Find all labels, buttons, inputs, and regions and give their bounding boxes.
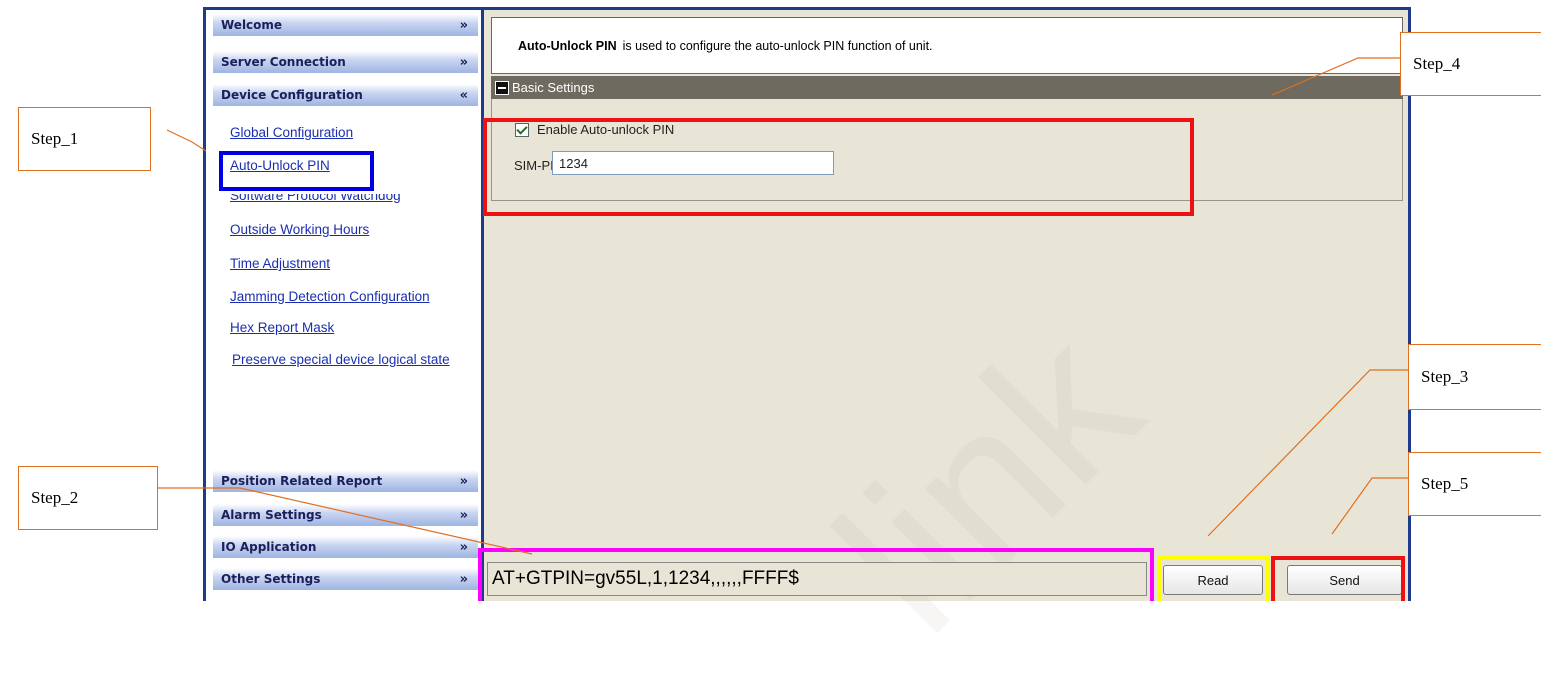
sidebar-header-position-related-report[interactable]: Position Related Report »	[213, 470, 478, 492]
chevron-down-icon: »	[459, 17, 468, 33]
chevron-down-icon: »	[459, 54, 468, 70]
step-5-callout: Step_5	[1408, 452, 1541, 516]
chevron-down-icon: »	[459, 507, 468, 523]
sidebar-header-label: Server Connection	[221, 55, 346, 69]
description-text: is used to configure the auto-unlock PIN…	[622, 38, 933, 53]
sidebar-header-io-application[interactable]: IO Application »	[213, 536, 478, 558]
sidebar-item-software-protocol-watchdog[interactable]: Software Protocol Watchdog	[230, 194, 401, 203]
sidebar-header-welcome[interactable]: Welcome »	[213, 14, 478, 36]
sidebar-header-other-settings[interactable]: Other Settings »	[213, 568, 478, 590]
sidebar-item-jamming-detection[interactable]: Jamming Detection Configuration	[230, 289, 430, 304]
sidebar-item-hex-report-mask[interactable]: Hex Report Mask	[230, 320, 334, 335]
send-button[interactable]: Send	[1287, 565, 1402, 595]
chevron-up-icon: «	[459, 87, 468, 103]
sidebar-item-outside-working-hours[interactable]: Outside Working Hours	[230, 222, 369, 237]
description-title: Auto-Unlock PIN	[518, 38, 617, 53]
chevron-down-icon: »	[459, 539, 468, 555]
sidebar-header-label: Device Configuration	[221, 88, 363, 102]
sim-pin-input[interactable]	[552, 151, 834, 175]
sidebar-header-alarm-settings[interactable]: Alarm Settings »	[213, 504, 478, 526]
enable-auto-unlock-row: Enable Auto-unlock PIN	[515, 122, 674, 137]
sidebar-item-time-adjustment[interactable]: Time Adjustment	[230, 256, 330, 271]
enable-auto-unlock-checkbox[interactable]	[515, 122, 529, 137]
read-button[interactable]: Read	[1163, 565, 1263, 595]
description-box: Auto-Unlock PIN is used to configure the…	[491, 17, 1403, 74]
sidebar-item-preserve-logical-state[interactable]: Preserve special device logical state	[232, 352, 450, 367]
command-field[interactable]: AT+GTPIN=gv55L,1,1234,,,,,,FFFF$	[487, 562, 1147, 596]
sidebar-header-label: Position Related Report	[221, 474, 383, 488]
step-2-callout: Step_2	[18, 466, 158, 530]
chevron-down-icon: »	[459, 473, 468, 489]
sidebar-header-server-connection[interactable]: Server Connection »	[213, 51, 478, 73]
chevron-down-icon: »	[459, 571, 468, 587]
sidebar-item-global-configuration[interactable]: Global Configuration	[230, 125, 353, 140]
step-1-callout: Step_1	[18, 107, 151, 171]
callout-line-step1	[166, 129, 207, 152]
enable-auto-unlock-label: Enable Auto-unlock PIN	[537, 122, 675, 137]
step-4-callout: Step_4	[1400, 32, 1541, 96]
sidebar-header-label: IO Application	[221, 540, 317, 554]
collapse-icon[interactable]	[495, 80, 509, 95]
basic-settings-header[interactable]: Basic Settings	[491, 76, 1403, 99]
sidebar-header-label: Other Settings	[221, 572, 321, 586]
basic-settings-panel	[491, 99, 1403, 201]
sidebar-item-auto-unlock-pin[interactable]: Auto-Unlock PIN	[230, 158, 330, 173]
step-3-callout: Step_3	[1408, 344, 1541, 410]
sidebar-header-label: Alarm Settings	[221, 508, 322, 522]
sidebar-header-label: Welcome	[221, 18, 283, 32]
sidebar-header-device-configuration[interactable]: Device Configuration «	[213, 84, 478, 106]
sidebar: Welcome » Server Connection » Device Con…	[206, 10, 481, 601]
section-title: Basic Settings	[512, 80, 595, 95]
